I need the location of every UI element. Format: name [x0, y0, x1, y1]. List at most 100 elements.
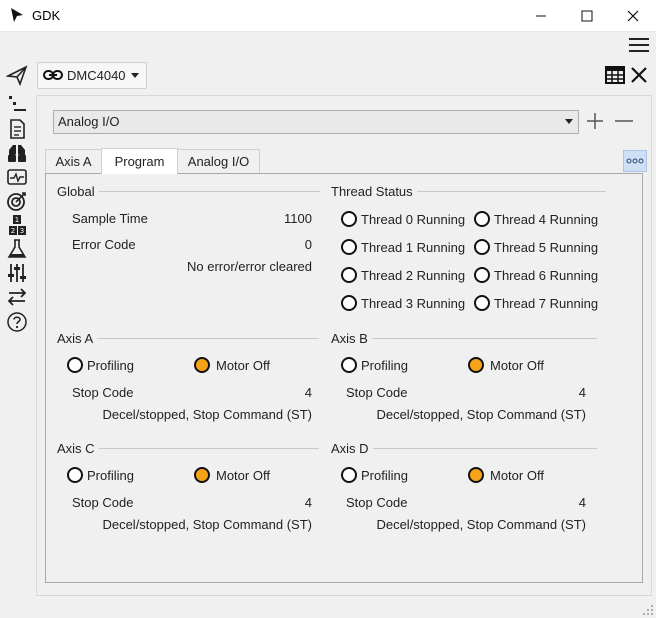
table-view-icon[interactable] — [605, 66, 625, 84]
axis-c-profiling-led — [67, 467, 83, 483]
axis-c-motor-off-label: Motor Off — [216, 468, 270, 483]
thread-2-led — [341, 267, 357, 283]
connection-dropdown[interactable]: DMC4040 — [37, 62, 147, 89]
target-icon[interactable] — [6, 190, 28, 212]
remove-icon[interactable] — [614, 112, 634, 130]
axis-a-group-title: Axis A — [57, 331, 98, 346]
axis-b-motor-off-led — [468, 357, 484, 373]
binoculars-icon[interactable] — [6, 142, 28, 164]
axis-d-stop-code-label: Stop Code — [346, 495, 408, 510]
svg-text:3: 3 — [20, 227, 24, 235]
axis-a-profiling-label: Profiling — [87, 358, 134, 373]
axis-c-stop-text: Decel/stopped, Stop Command (ST) — [102, 517, 312, 532]
axis-d-motor-off-label: Motor Off — [490, 468, 544, 483]
axis-d-stop-code-value: 4 — [578, 495, 586, 510]
scope-icon[interactable] — [6, 166, 28, 188]
app-title: GDK — [32, 8, 61, 23]
list-icon[interactable] — [6, 93, 28, 115]
sample-time-label: Sample Time — [72, 211, 148, 226]
axis-b-stop-text: Decel/stopped, Stop Command (ST) — [376, 407, 586, 422]
group-divider — [95, 338, 319, 339]
axis-c-stop-code-label: Stop Code — [72, 495, 134, 510]
resize-grip-icon[interactable] — [642, 604, 654, 616]
link-icon — [43, 70, 63, 80]
app-logo-icon — [11, 8, 23, 22]
thread-6-led — [474, 267, 490, 283]
axis-d-profiling-label: Profiling — [361, 468, 408, 483]
thread-3-led — [341, 295, 357, 311]
add-icon[interactable] — [586, 112, 604, 130]
more-options-button[interactable] — [623, 150, 647, 172]
help-icon[interactable] — [6, 311, 28, 333]
axis-a-motor-off-label: Motor Off — [216, 358, 270, 373]
axis-b-stop-code-label: Stop Code — [346, 385, 408, 400]
minimize-button[interactable] — [518, 0, 564, 31]
menu-icon[interactable] — [628, 36, 650, 54]
tab-analog-io[interactable]: Analog I/O — [177, 149, 260, 173]
axis-c-motor-off-led — [194, 467, 210, 483]
thread-3-label: Thread 3 Running — [361, 296, 466, 311]
thread-0-led — [341, 211, 357, 227]
tab-program[interactable]: Program — [101, 148, 178, 174]
close-panel-icon[interactable] — [630, 66, 648, 84]
axis-a-stop-text: Decel/stopped, Stop Command (ST) — [102, 407, 312, 422]
thread-5-led — [474, 239, 490, 255]
flask-icon[interactable] — [6, 238, 28, 260]
close-window-button[interactable] — [610, 0, 656, 31]
thread-7-label: Thread 7 Running — [494, 296, 599, 311]
document-icon[interactable] — [6, 118, 28, 140]
axis-d-motor-off-led — [468, 467, 484, 483]
sample-time-value: 1100 — [284, 211, 312, 226]
minimize-icon — [536, 15, 546, 16]
axis-d-profiling-led — [341, 467, 357, 483]
status-bar — [0, 597, 656, 618]
view-select-value: Analog I/O — [58, 114, 120, 129]
thread-1-label: Thread 1 Running — [361, 240, 466, 255]
thread-7-led — [474, 295, 490, 311]
error-text: No error/error cleared — [187, 259, 312, 274]
transfer-icon[interactable] — [6, 286, 28, 308]
thread-status-group-title: Thread Status — [331, 184, 417, 199]
group-divider — [369, 448, 597, 449]
title-bar: GDK — [0, 0, 656, 32]
axis-b-profiling-led — [341, 357, 357, 373]
error-code-label: Error Code — [72, 237, 136, 252]
tab-axis-a[interactable]: Axis A — [45, 149, 102, 173]
thread-0-label: Thread 0 Running — [361, 212, 466, 227]
group-divider — [412, 191, 606, 192]
axis-c-stop-code-value: 4 — [304, 495, 312, 510]
send-icon[interactable] — [6, 64, 28, 86]
axis-b-group-title: Axis B — [331, 331, 372, 346]
chevron-down-icon — [565, 119, 573, 124]
global-group-title: Global — [57, 184, 99, 199]
view-select[interactable]: Analog I/O — [53, 110, 579, 134]
maximize-icon — [581, 10, 593, 21]
axis-c-profiling-label: Profiling — [87, 468, 134, 483]
connection-label: DMC4040 — [67, 68, 126, 83]
svg-text:2: 2 — [11, 227, 15, 235]
thread-2-label: Thread 2 Running — [361, 268, 466, 283]
group-divider — [369, 338, 597, 339]
group-divider — [92, 191, 320, 192]
axis-d-stop-text: Decel/stopped, Stop Command (ST) — [376, 517, 586, 532]
group-divider — [95, 448, 319, 449]
axis-c-group-title: Axis C — [57, 441, 99, 456]
axis-b-profiling-label: Profiling — [361, 358, 408, 373]
tab-label: Axis A — [55, 154, 92, 169]
thread-4-label: Thread 4 Running — [494, 212, 599, 227]
thread-6-label: Thread 6 Running — [494, 268, 599, 283]
maximize-button[interactable] — [564, 0, 610, 31]
axis-b-motor-off-label: Motor Off — [490, 358, 544, 373]
sliders-icon[interactable] — [6, 262, 28, 284]
thread-5-label: Thread 5 Running — [494, 240, 599, 255]
thread-4-led — [474, 211, 490, 227]
chevron-down-icon — [131, 73, 139, 78]
close-icon — [627, 10, 639, 21]
tab-label: Program — [114, 154, 165, 169]
axis-a-stop-code-label: Stop Code — [72, 385, 134, 400]
error-code-value: 0 — [304, 237, 312, 252]
numbered-blocks-icon[interactable]: 1 2 3 — [6, 214, 28, 236]
more-icon — [626, 158, 644, 164]
axis-a-motor-off-led — [194, 357, 210, 373]
thread-1-led — [341, 239, 357, 255]
